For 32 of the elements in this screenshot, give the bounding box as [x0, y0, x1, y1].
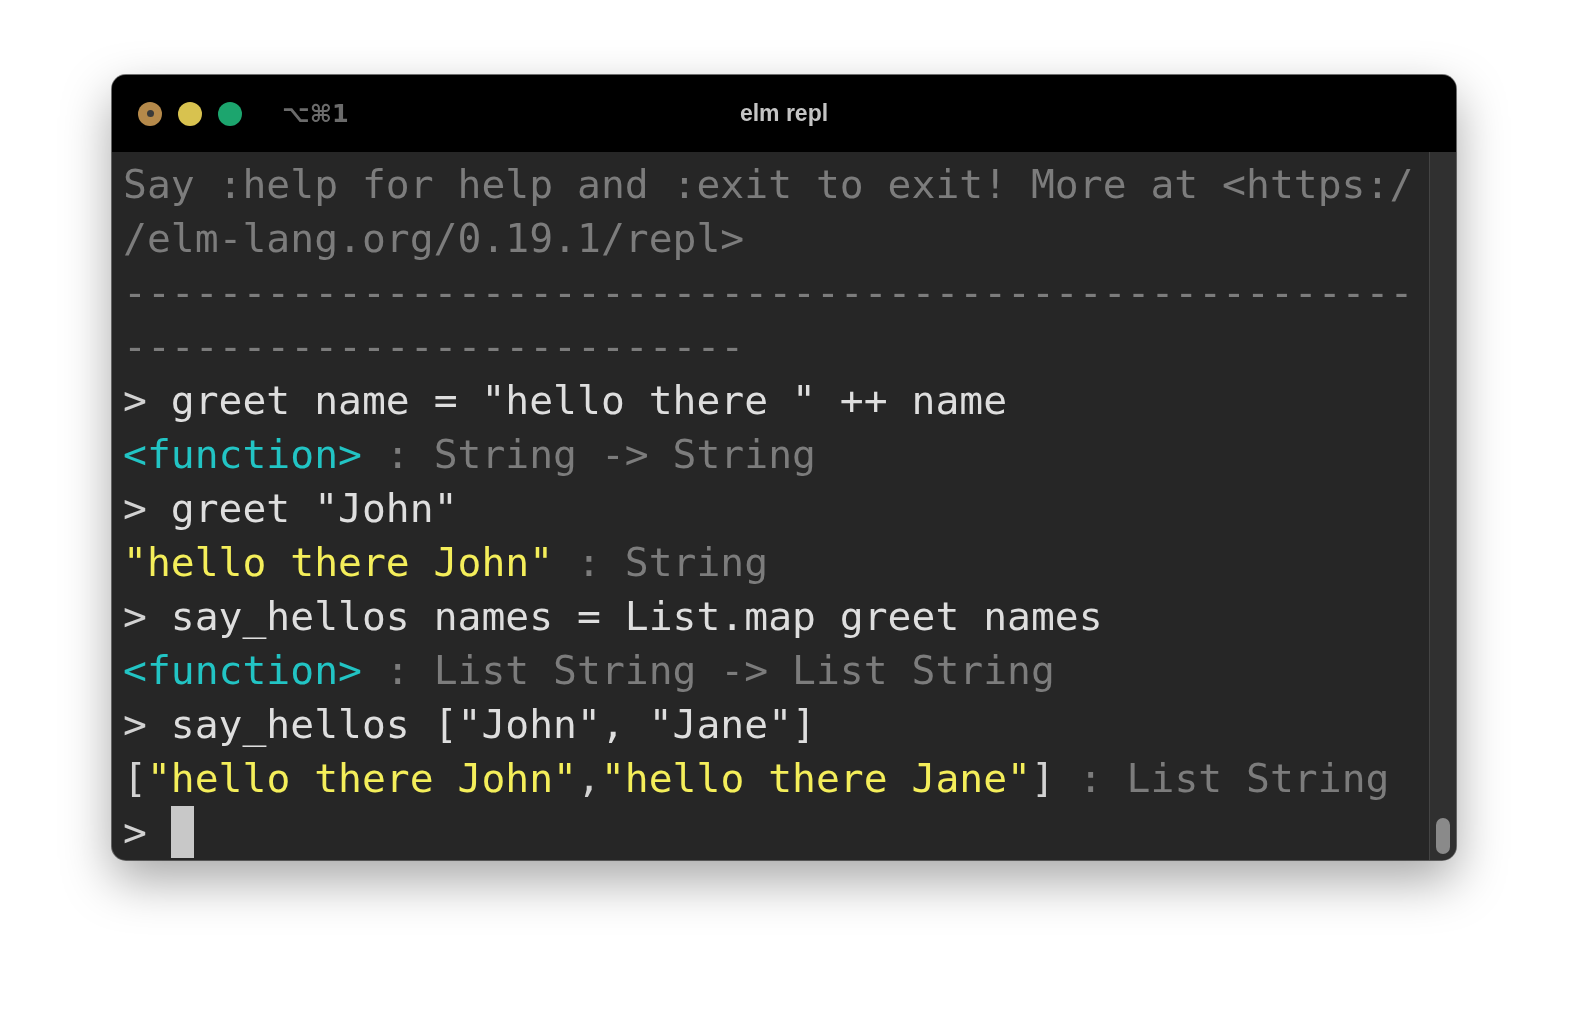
shortcut-label: ⌥⌘1	[282, 99, 349, 128]
command-text: greet "John"	[170, 484, 458, 533]
bracket-text: [	[123, 754, 147, 803]
minimize-button[interactable]	[178, 101, 202, 126]
dim-text: : List String -> List String	[384, 646, 1055, 695]
prompt-symbol: >	[123, 376, 147, 425]
dim-text: /elm-lang.org/0.19.1/repl>	[123, 214, 745, 263]
prompt-symbol: >	[123, 592, 147, 641]
function-value: <function>	[123, 646, 362, 695]
bracket-text: ,	[577, 754, 601, 803]
string-value: "hello there Jane"	[600, 754, 1031, 803]
dim-text: : String -> String	[384, 430, 816, 479]
scrollbar-track[interactable]	[1429, 152, 1456, 860]
window-title: elm repl	[739, 100, 829, 127]
prompt-symbol: >	[123, 700, 147, 749]
close-button[interactable]	[138, 101, 162, 126]
dim-text: ------------------------------------------------------	[123, 268, 1414, 317]
command-text: greet name = "hello there " ++ name	[170, 376, 1008, 425]
dim-text: Say :help for help and :exit to exit! More at <https:/	[123, 160, 1414, 209]
prompt-symbol: >	[123, 484, 147, 533]
scrollbar-thumb[interactable]	[1436, 818, 1450, 854]
string-value: "hello there John"	[146, 754, 577, 803]
dim-text: : List String	[1077, 754, 1390, 803]
function-value: <function>	[123, 430, 362, 479]
zoom-button[interactable]	[218, 101, 242, 126]
prompt-symbol: >	[123, 808, 147, 857]
command-text: say_hellos names = List.map greet names	[170, 592, 1103, 641]
string-value: "hello there John"	[123, 538, 554, 587]
dim-text: --------------------------	[123, 322, 745, 371]
command-text: say_hellos ["John", "Jane"]	[170, 700, 816, 749]
dim-text: : String	[576, 538, 769, 587]
bracket-text: ]	[1031, 754, 1055, 803]
